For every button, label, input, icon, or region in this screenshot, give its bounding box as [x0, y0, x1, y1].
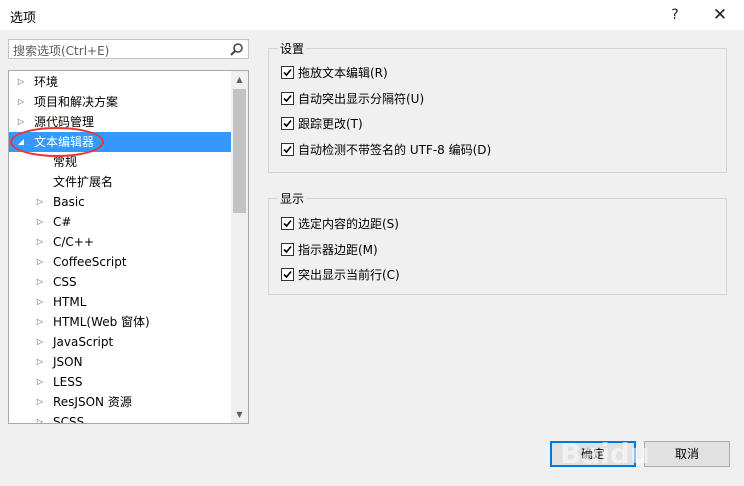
tree-item-label: 项目和解决方案 — [34, 95, 119, 109]
expand-arrow-icon[interactable]: ▷ — [35, 392, 45, 412]
tree-item-label: C/C++ — [53, 235, 94, 249]
expand-arrow-icon[interactable]: ▷ — [16, 72, 26, 92]
search-input[interactable]: 搜索选项(Ctrl+E) — [13, 42, 109, 59]
checkbox-icon[interactable] — [281, 117, 294, 130]
checkbox-label: 跟踪更改(T) — [298, 117, 363, 131]
expand-arrow-icon[interactable]: ▷ — [35, 252, 45, 272]
checkbox-label: 自动突出显示分隔符(U) — [298, 92, 425, 106]
tree-item-file-extensions[interactable]: 文件扩展名 — [9, 172, 231, 192]
expand-arrow-icon[interactable]: ▷ — [35, 372, 45, 392]
scroll-down-icon[interactable]: ▼ — [231, 406, 248, 423]
scroll-up-icon[interactable]: ▲ — [231, 71, 248, 88]
tree-item-label: C# — [53, 215, 72, 229]
tree-item-environment[interactable]: ▷ 环境 — [9, 72, 231, 92]
checkbox-label: 自动检测不带签名的 UTF-8 编码(D) — [298, 143, 492, 157]
settings-group-title: 设置 — [278, 40, 307, 57]
close-button[interactable]: ✕ — [707, 4, 733, 26]
tree-item-label: 文件扩展名 — [53, 175, 114, 189]
tree-item-coffeescript[interactable]: ▷ CoffeeScript — [9, 252, 231, 272]
expand-arrow-icon[interactable]: ▷ — [16, 112, 26, 132]
checkbox-icon[interactable] — [281, 92, 294, 105]
checkbox-label: 突出显示当前行(C) — [298, 268, 400, 282]
tree-item-json[interactable]: ▷ JSON — [9, 352, 231, 372]
help-button[interactable]: ? — [662, 4, 688, 26]
cancel-button[interactable]: 取消 — [644, 441, 730, 467]
window-title: 选项 — [10, 11, 37, 26]
tree-item-label: LESS — [53, 375, 83, 389]
tree-item-basic[interactable]: ▷ Basic — [9, 192, 231, 212]
tree-item-label: JavaScript — [53, 335, 114, 349]
checkbox-label: 选定内容的边距(S) — [298, 217, 399, 231]
tree-item-css[interactable]: ▷ CSS — [9, 272, 231, 292]
tree-item-label: HTML(Web 窗体) — [53, 315, 150, 329]
tree-item-scss[interactable]: ▷ SCSS — [9, 412, 231, 424]
checkbox-label: 拖放文本编辑(R) — [298, 66, 388, 80]
options-tree: ▷ 环境 ▷ 项目和解决方案 ▷ 源代码管理 ◢ 文本编辑器 常规 文件扩展名 … — [8, 70, 249, 424]
display-group-title: 显示 — [278, 190, 307, 207]
expand-arrow-icon[interactable]: ▷ — [35, 292, 45, 312]
tree-item-general[interactable]: 常规 — [9, 152, 231, 172]
tree-item-label: CSS — [53, 275, 77, 289]
checkbox-icon[interactable] — [281, 243, 294, 256]
search-box[interactable]: 搜索选项(Ctrl+E) — [8, 39, 249, 59]
collapse-arrow-icon[interactable]: ◢ — [16, 132, 26, 152]
checkbox-icon[interactable] — [281, 66, 294, 79]
expand-arrow-icon[interactable]: ▷ — [16, 92, 26, 112]
tree-item-label: CoffeeScript — [53, 255, 127, 269]
expand-arrow-icon[interactable]: ▷ — [35, 312, 45, 332]
expand-arrow-icon[interactable]: ▷ — [35, 192, 45, 212]
tree-item-label: 常规 — [53, 155, 78, 169]
tree-scrollbar[interactable]: ▲ ▼ — [231, 71, 248, 423]
tree-item-html-web-forms[interactable]: ▷ HTML(Web 窗体) — [9, 312, 231, 332]
tree-item-label: 文本编辑器 — [34, 135, 95, 149]
tree-item-label: 源代码管理 — [34, 115, 95, 129]
tree-item-less[interactable]: ▷ LESS — [9, 372, 231, 392]
title-bar: 选项 ? ✕ — [0, 0, 744, 30]
tree-item-projects-solutions[interactable]: ▷ 项目和解决方案 — [9, 92, 231, 112]
tree-item-label: HTML — [53, 295, 87, 309]
scroll-thumb[interactable] — [233, 89, 246, 213]
search-icon[interactable] — [229, 42, 244, 57]
checkbox-icon[interactable] — [281, 143, 294, 156]
tree-item-label: 环境 — [34, 75, 59, 89]
tree-item-text-editor[interactable]: ◢ 文本编辑器 — [9, 132, 231, 152]
ok-button[interactable]: 确定 — [550, 441, 636, 467]
tree-item-resjson[interactable]: ▷ ResJSON 资源 — [9, 392, 231, 412]
tree-item-label: JSON — [53, 355, 83, 369]
expand-arrow-icon[interactable]: ▷ — [35, 232, 45, 252]
checkbox-icon[interactable] — [281, 217, 294, 230]
tree-item-javascript[interactable]: ▷ JavaScript — [9, 332, 231, 352]
checkbox-label: 指示器边距(M) — [298, 243, 378, 257]
tree-item-label: Basic — [53, 195, 85, 209]
tree-item-source-control[interactable]: ▷ 源代码管理 — [9, 112, 231, 132]
expand-arrow-icon[interactable]: ▷ — [35, 412, 45, 423]
tree-item-cpp[interactable]: ▷ C/C++ — [9, 232, 231, 252]
expand-arrow-icon[interactable]: ▷ — [35, 272, 45, 292]
checkbox-icon[interactable] — [281, 268, 294, 281]
expand-arrow-icon[interactable]: ▷ — [35, 332, 45, 352]
expand-arrow-icon[interactable]: ▷ — [35, 352, 45, 372]
tree-item-label: ResJSON 资源 — [53, 395, 132, 409]
tree-item-label: SCSS — [53, 415, 85, 424]
tree-item-html[interactable]: ▷ HTML — [9, 292, 231, 312]
expand-arrow-icon[interactable]: ▷ — [35, 212, 45, 232]
tree-item-csharp[interactable]: ▷ C# — [9, 212, 231, 232]
